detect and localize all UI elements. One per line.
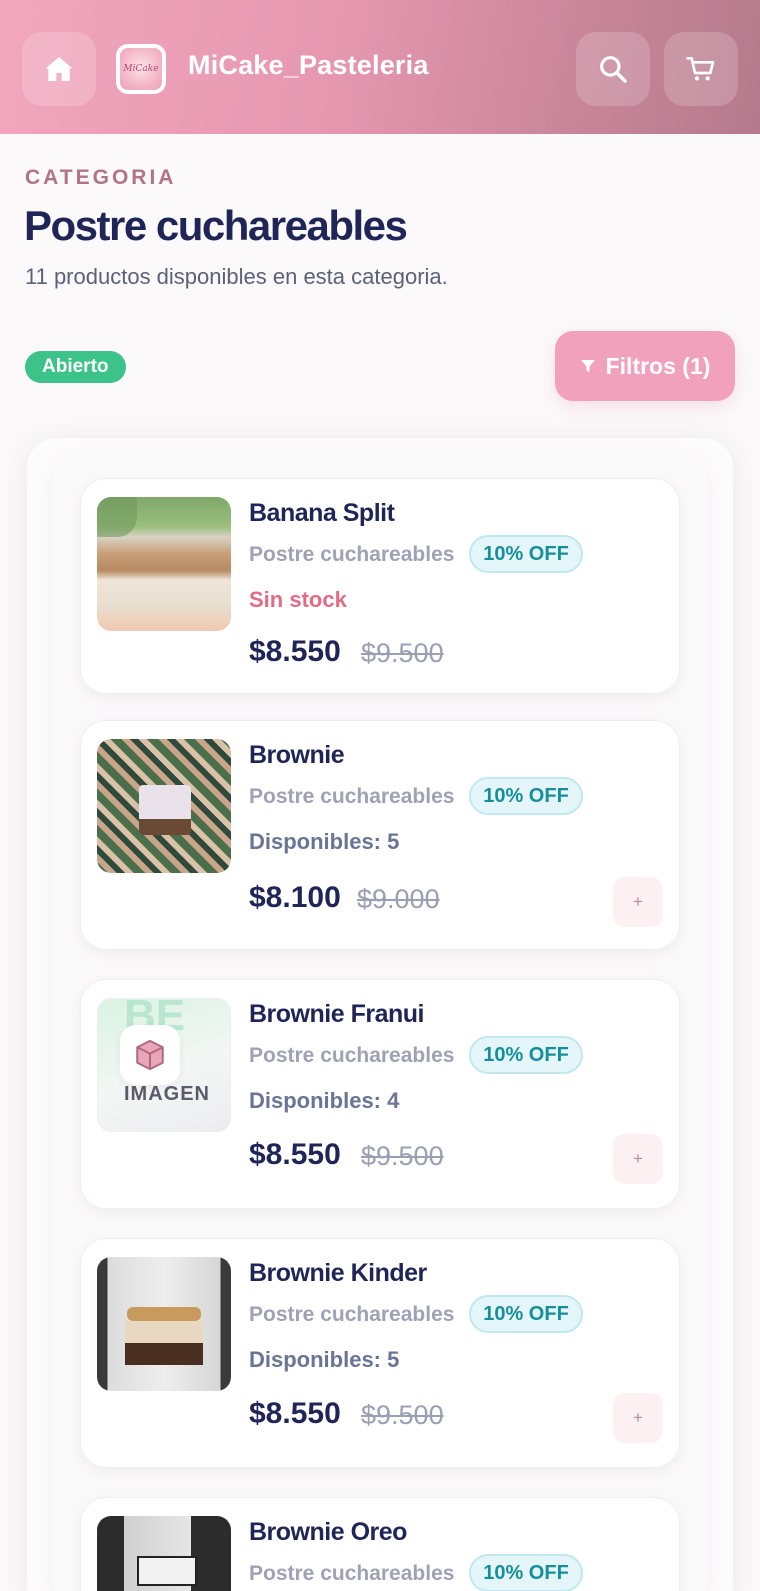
original-price: $9.500 <box>361 1141 444 1171</box>
cart-icon <box>686 57 715 81</box>
product-name: Brownie <box>249 741 345 769</box>
product-image <box>97 1516 231 1591</box>
product-category: Postre cuchareables <box>249 1303 455 1326</box>
add-to-cart-button[interactable]: + <box>613 1393 663 1443</box>
original-price: $9.000 <box>357 884 440 914</box>
product-name: Brownie Oreo <box>249 1518 407 1546</box>
stock-status: Disponibles: 5 <box>249 1347 400 1372</box>
stock-status: Disponibles: 4 <box>249 1088 400 1113</box>
product-card-brownie-franui[interactable]: BE IMAGEN Brownie Franui Postre cucharea… <box>80 979 680 1209</box>
product-category: Postre cuchareables <box>249 1044 455 1067</box>
discount-badge: 10% OFF <box>469 1554 583 1591</box>
discount-badge: 10% OFF <box>469 1295 583 1333</box>
discount-badge: 10% OFF <box>469 1036 583 1074</box>
home-button[interactable] <box>22 32 96 106</box>
product-image-placeholder: BE IMAGEN <box>97 998 231 1132</box>
filters-button[interactable]: Filtros (1) <box>555 331 735 401</box>
placeholder-text: IMAGEN <box>124 1083 210 1105</box>
logo-text: MiCake <box>123 64 159 74</box>
add-to-cart-button[interactable]: + <box>613 877 663 927</box>
box-icon <box>120 1025 180 1085</box>
product-name: Brownie Kinder <box>249 1259 427 1287</box>
product-category: Postre cuchareables <box>249 1562 455 1585</box>
discount-badge: 10% OFF <box>469 535 583 573</box>
filter-icon <box>580 360 595 372</box>
product-card-brownie-oreo[interactable]: Brownie Oreo Postre cuchareables 10% OFF <box>80 1497 680 1591</box>
status-text: Abierto <box>42 356 109 377</box>
product-image <box>97 497 231 631</box>
product-name: Brownie Franui <box>249 1000 424 1028</box>
search-button[interactable] <box>576 32 650 106</box>
category-label: CATEGORIA <box>25 166 177 189</box>
category-subtitle: 11 productos disponibles en esta categor… <box>25 264 448 289</box>
brand-logo: MiCake <box>116 44 166 94</box>
app-title[interactable]: MiCake_Pasteleria <box>188 50 429 81</box>
page-title: Postre cuchareables <box>24 202 408 249</box>
filters-label: Filtros (1) <box>605 352 711 379</box>
product-category: Postre cuchareables <box>249 543 455 566</box>
product-category: Postre cuchareables <box>249 785 455 808</box>
original-price: $9.500 <box>361 1400 444 1430</box>
home-icon <box>45 57 73 81</box>
product-card-brownie[interactable]: Brownie Postre cuchareables 10% OFF Disp… <box>80 720 680 950</box>
product-price: $8.550 <box>249 1138 341 1171</box>
stock-status: Disponibles: 5 <box>249 829 400 854</box>
stock-status: Sin stock <box>249 587 347 612</box>
original-price: $9.500 <box>361 638 444 668</box>
product-image <box>97 739 231 873</box>
product-image <box>97 1257 231 1391</box>
product-price: $8.100 <box>249 881 341 914</box>
discount-badge: 10% OFF <box>469 777 583 815</box>
app-header: MiCake MiCake_Pasteleria <box>0 0 760 134</box>
search-icon <box>600 56 627 83</box>
product-card-banana-split[interactable]: Banana Split Postre cuchareables 10% OFF… <box>80 478 680 694</box>
status-badge: Abierto <box>25 351 126 383</box>
product-name: Banana Split <box>249 499 395 527</box>
product-price: $8.550 <box>249 635 341 668</box>
product-price: $8.550 <box>249 1397 341 1430</box>
cart-button[interactable] <box>664 32 738 106</box>
product-card-brownie-kinder[interactable]: Brownie Kinder Postre cuchareables 10% O… <box>80 1238 680 1468</box>
add-to-cart-button[interactable]: + <box>613 1134 663 1184</box>
